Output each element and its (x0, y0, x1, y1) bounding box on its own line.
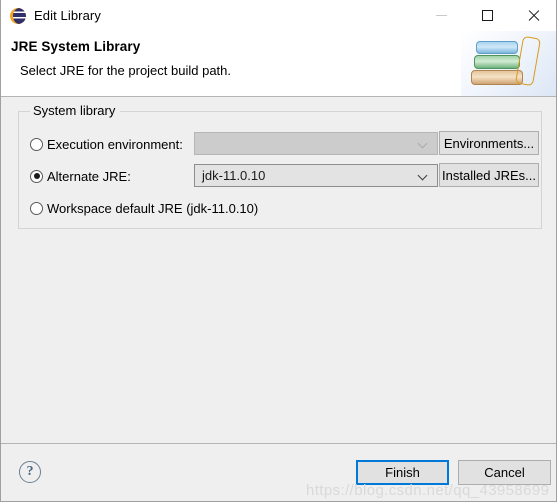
dialog-body: System library Execution environment: En… (1, 97, 556, 443)
books-stack-icon (461, 31, 556, 96)
minimize-icon (435, 15, 447, 16)
workspace-default-jre-row: Workspace default JRE (jdk-11.0.10) (19, 196, 541, 220)
maximize-icon (481, 10, 493, 21)
execution-environment-row: Execution environment: Environments... (19, 131, 541, 156)
radio-alternate-jre[interactable] (30, 169, 43, 183)
eclipse-icon (10, 7, 26, 24)
window-controls (418, 0, 556, 31)
group-label: System library (30, 103, 121, 118)
label-workspace-default-jre: Workspace default JRE (jdk-11.0.10) (47, 200, 259, 216)
help-icon[interactable]: ? (19, 461, 41, 483)
maximize-button[interactable] (464, 0, 510, 31)
label-alternate-jre: Alternate JRE: (47, 168, 131, 184)
dialog-footer: ? Finish Cancel https://blog.csdn.net/qq… (1, 443, 556, 501)
system-library-group: System library Execution environment: En… (18, 103, 542, 229)
chevron-down-icon (419, 139, 428, 148)
title-bar: Edit Library (1, 0, 556, 31)
finish-button[interactable]: Finish (356, 460, 449, 485)
cancel-button[interactable]: Cancel (458, 460, 551, 485)
execution-environment-combo[interactable] (194, 132, 438, 155)
label-execution-environment: Execution environment: (47, 136, 183, 152)
minimize-button[interactable] (418, 0, 464, 31)
close-button[interactable] (510, 0, 556, 31)
chevron-down-icon (419, 171, 428, 180)
alternate-jre-row: Alternate JRE: jdk-11.0.10 Installed JRE… (19, 163, 541, 188)
close-icon (527, 9, 540, 22)
edit-library-dialog: Edit Library JRE System Library Select J… (0, 0, 557, 502)
dialog-banner: JRE System Library Select JRE for the pr… (1, 31, 556, 97)
radio-workspace-default-jre[interactable] (30, 201, 43, 215)
window-title: Edit Library (34, 8, 101, 23)
environments-button[interactable]: Environments... (439, 131, 539, 155)
alternate-jre-combo[interactable]: jdk-11.0.10 (194, 164, 438, 187)
installed-jres-button[interactable]: Installed JREs... (439, 163, 539, 187)
alternate-jre-value: jdk-11.0.10 (202, 168, 266, 183)
radio-execution-environment[interactable] (30, 137, 43, 151)
